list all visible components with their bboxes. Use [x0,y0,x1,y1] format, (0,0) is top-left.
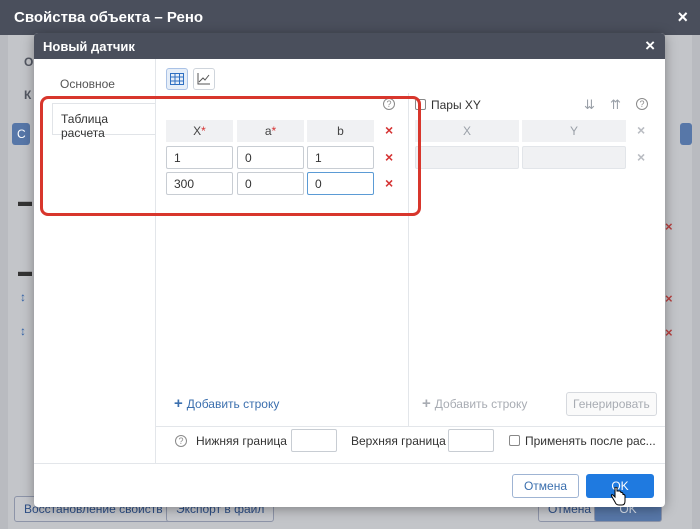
close-icon[interactable]: × [645,36,655,56]
parent-collapse-icon[interactable]: ▬ [18,263,32,279]
parent-fragment-label: К [24,88,32,102]
parent-delete-icon[interactable]: × [665,219,673,234]
parent-delete-icon[interactable]: × [665,291,673,306]
xy-help-icon[interactable]: ? [636,98,648,110]
bounds-help-icon[interactable]: ? [175,435,187,447]
xy-cell [522,146,626,169]
xy-pairs-label: Пары XY [431,98,481,112]
upper-bound-label: Верхняя граница [351,434,446,448]
parent-delete-icon[interactable]: × [665,325,673,340]
dialog-title-bar: Новый датчик × [34,33,665,59]
xy-add-row-label: Добавить строку [434,397,528,411]
dialog-button-bar: Отмена OK [34,463,665,507]
lower-bound-label: Нижняя граница [196,434,287,448]
parent-dialog-title: Свойства объекта – Рено × [0,0,700,35]
parent-fragment-label: О [24,55,34,69]
parent-fragment-label: С [17,127,26,141]
view-toolbar [166,68,217,90]
parent-collapse-icon[interactable]: ▬ [18,193,32,209]
xy-header-y: Y [522,120,626,142]
parent-dialog-title-text: Свойства объекта – Рено [14,9,204,26]
parent-sort-icon[interactable]: ↕ [20,324,26,338]
apply-after-checkbox[interactable] [509,435,520,446]
plus-icon: + [174,395,183,412]
apply-after-toggle[interactable]: Применять после рас... [509,434,656,448]
table-view-icon[interactable] [166,68,188,90]
parent-sort-icon[interactable]: ↕ [20,290,26,304]
lower-bound-input[interactable] [291,429,337,452]
xy-add-row-button[interactable]: + Добавить строку [422,395,527,412]
export-icon[interactable]: ⇈ [610,97,621,113]
dialog-title: Новый датчик [43,39,135,54]
parent-close-icon[interactable]: × [677,7,688,28]
cancel-button[interactable]: Отмена [512,474,579,498]
footer-divider [156,426,665,427]
plus-icon: + [422,395,431,412]
xy-pairs-toggle[interactable]: Пары XY [415,98,481,112]
xy-delete-row-icon: × [637,149,646,165]
apply-after-label: Применять после рас... [525,434,656,448]
hand-cursor-icon [610,487,626,506]
xy-delete-column-icon: × [637,122,646,138]
add-row-button[interactable]: + Добавить строку [174,395,279,412]
xy-header-x: X [415,120,519,142]
chart-view-icon[interactable] [193,68,216,90]
add-row-label: Добавить строку [186,397,280,411]
highlight-annotation [40,96,421,216]
xy-cell [415,146,519,169]
import-icon[interactable]: ⇊ [584,97,595,113]
upper-bound-input[interactable] [448,429,494,452]
generate-button[interactable]: Генерировать [566,392,657,416]
parent-side-button[interactable] [680,123,692,145]
